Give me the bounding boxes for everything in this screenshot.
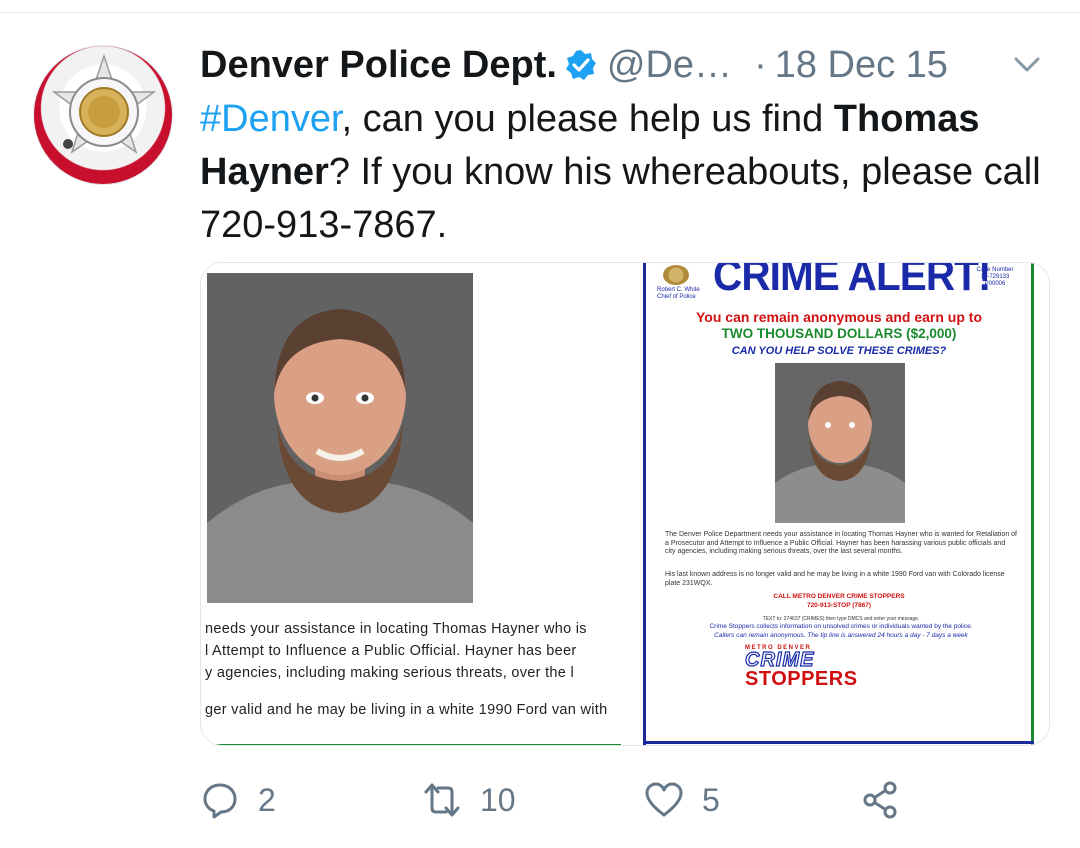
chief-title: Chief of Police <box>657 294 696 300</box>
tweet-actions: 2 10 5 <box>200 776 1060 826</box>
flyer-title: CRIME ALERT! <box>713 263 991 300</box>
media-grid: needs your assistance in locating Thomas… <box>200 262 1050 746</box>
like-count: 5 <box>702 781 720 818</box>
case-number: Case Number 15-729133 P00006 <box>967 267 1023 288</box>
flyer-border <box>643 741 1034 744</box>
reply-icon <box>203 783 237 819</box>
flyer-question: CAN YOU HELP SOLVE THESE CRIMES? <box>731 345 947 357</box>
flyer-tip: Callers can remain anonymous. The tip li… <box>714 632 968 639</box>
logo-crime: CRIME <box>744 649 815 671</box>
verified-badge-icon <box>565 50 596 80</box>
hashtag-link[interactable]: #Denver <box>200 98 342 140</box>
green-rule <box>201 744 621 745</box>
flyer-photo <box>775 363 905 523</box>
case-label: Case Number <box>976 267 1014 273</box>
flyer-text-tip: TEXT to: 274637 (CRIMES) then type DMCS … <box>762 616 920 622</box>
flyer-call: CALL METRO DENVER CRIME STOPPERS <box>773 593 905 600</box>
crime-stoppers-logo: METRO DENVER CRIME STOPPERS <box>744 645 895 690</box>
document-text-line: l Attempt to Influence a Public Official… <box>205 643 577 659</box>
display-name[interactable]: Denver Police Dept. <box>200 44 557 87</box>
chief-name: Robert C. White <box>657 287 700 293</box>
flyer-chief: Robert C. White Chief of Police <box>657 287 700 301</box>
police-seal-icon <box>663 265 689 285</box>
flyer-body-text: His last known address is no longer vali… <box>665 571 1005 587</box>
share-button[interactable] <box>860 776 900 824</box>
case-number-value: 15-729133 <box>980 274 1010 280</box>
tweet-text-part: , can you please help us find <box>341 98 834 140</box>
media-image-right[interactable]: Robert C. White Chief of Police CRIME ALE… <box>627 263 1049 745</box>
reply-button[interactable]: 2 <box>200 776 276 824</box>
flyer-reward: TWO THOUSAND DOLLARS ($2,000) <box>721 326 957 341</box>
document-text-line: y agencies, including making serious thr… <box>205 665 575 681</box>
flyer-anonymous: You can remain anonymous and earn up to <box>695 309 982 325</box>
handle[interactable]: @De… <box>607 44 732 87</box>
person-photo-icon <box>775 363 905 523</box>
avatar[interactable] <box>33 45 173 185</box>
mugshot-photo <box>207 273 473 603</box>
chevron-down-icon[interactable] <box>1012 52 1042 76</box>
police-badge-icon <box>51 53 157 154</box>
person-photo-icon <box>207 273 473 603</box>
tweet-bold-name: Thomas <box>833 98 980 140</box>
retweet-button[interactable]: 10 <box>422 776 516 824</box>
flyer-body-text: The Denver Police Department needs your … <box>665 531 1017 555</box>
document-text-line: ger valid and he may be living in a whit… <box>205 702 608 718</box>
like-button[interactable]: 5 <box>644 776 720 824</box>
tweet-date[interactable]: 18 Dec 15 <box>775 44 948 87</box>
tweet-text: #Denver, can you please help us find Tho… <box>200 93 1060 252</box>
document-text-line: needs your assistance in locating Thomas… <box>205 621 587 637</box>
media-image-left[interactable]: needs your assistance in locating Thomas… <box>201 263 621 745</box>
share-icon <box>863 781 897 819</box>
retweet-count: 10 <box>480 781 516 818</box>
flyer-call-number: 720-913-STOP (7867) <box>806 602 872 609</box>
top-divider <box>0 12 1080 13</box>
case-code: P00006 <box>984 281 1006 287</box>
flyer-tip: Crime Stoppers collects information on u… <box>709 623 973 630</box>
logo-stoppers: STOPPERS <box>745 668 858 690</box>
reply-count: 2 <box>258 781 276 818</box>
separator-dot: · <box>754 43 767 86</box>
heart-icon <box>645 782 683 817</box>
tweet-header: Denver Police Dept. @De… · 18 Dec 15 <box>200 40 948 90</box>
tweet-bold-name: Hayner <box>200 151 329 193</box>
retweet-icon <box>424 783 460 817</box>
